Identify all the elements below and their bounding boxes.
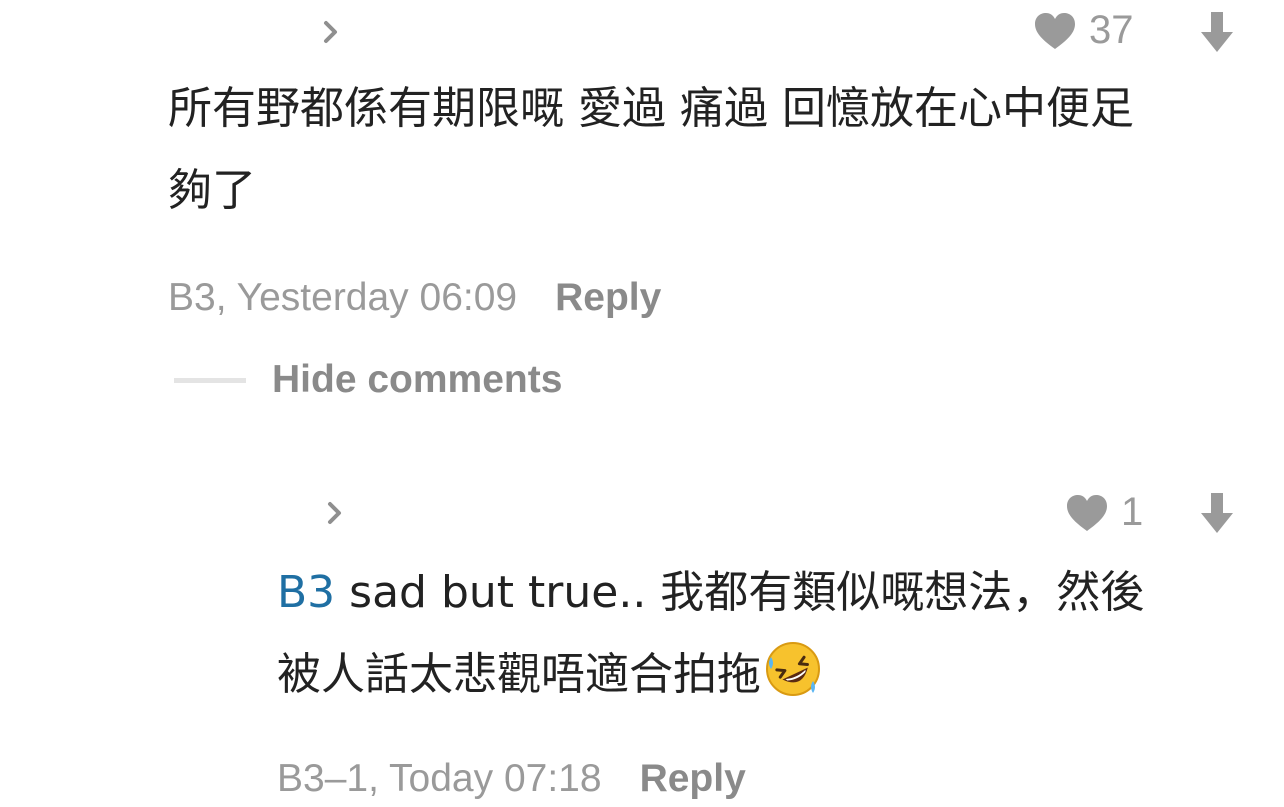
reply-body-line: B3 sad but true.. 我都有類似嘅想法，然後 bbox=[277, 552, 1267, 634]
divider-line bbox=[174, 377, 246, 383]
reply-button[interactable]: Reply bbox=[640, 757, 746, 801]
comment-meta: B3, Yesterday 06:09 Reply bbox=[168, 276, 661, 320]
like-button[interactable]: 1 bbox=[1065, 490, 1143, 535]
mention-link[interactable]: B3 bbox=[277, 567, 335, 618]
heart-icon bbox=[1033, 11, 1077, 51]
downvote-button[interactable] bbox=[1196, 490, 1238, 536]
comment-timestamp: B3, Yesterday 06:09 bbox=[168, 276, 518, 319]
reply-button[interactable]: Reply bbox=[555, 276, 661, 320]
comment-body: 所有野都係有期限嘅 愛過 痛過 回憶放在心中便足 夠了 bbox=[168, 68, 1258, 232]
reply-text: 被人話太悲觀唔適合拍拖 bbox=[277, 649, 761, 700]
rolling-laughing-emoji-icon bbox=[765, 641, 821, 697]
hide-comments-label[interactable]: Hide comments bbox=[272, 358, 562, 402]
like-count: 1 bbox=[1121, 490, 1144, 534]
comments-page: 37 所有野都係有期限嘅 愛過 痛過 回憶放在心中便足 夠了 B3, Yeste… bbox=[0, 0, 1284, 807]
comment-body-line: 夠了 bbox=[168, 165, 256, 216]
arrow-down-icon bbox=[1201, 12, 1233, 52]
like-count: 37 bbox=[1089, 8, 1134, 52]
hide-comments-toggle[interactable]: Hide comments bbox=[174, 358, 562, 402]
comment-meta: B3–1, Today 07:18 Reply bbox=[277, 757, 746, 801]
reply-text: sad but true.. 我都有類似嘅想法，然後 bbox=[335, 567, 1145, 618]
arrow-down-icon bbox=[1201, 493, 1233, 533]
heart-icon bbox=[1065, 493, 1109, 533]
comment-timestamp: B3–1, Today 07:18 bbox=[277, 757, 602, 800]
expand-chevron-icon[interactable] bbox=[318, 496, 352, 530]
reply-body-line: 被人話太悲觀唔適合拍拖 bbox=[277, 634, 1267, 716]
reply-body: B3 sad but true.. 我都有類似嘅想法，然後 被人話太悲觀唔適合拍… bbox=[277, 552, 1267, 716]
comment-body-line: 所有野都係有期限嘅 愛過 痛過 回憶放在心中便足 bbox=[168, 83, 1134, 134]
expand-chevron-icon[interactable] bbox=[314, 15, 348, 49]
downvote-button[interactable] bbox=[1196, 9, 1238, 55]
like-button[interactable]: 37 bbox=[1033, 8, 1134, 53]
